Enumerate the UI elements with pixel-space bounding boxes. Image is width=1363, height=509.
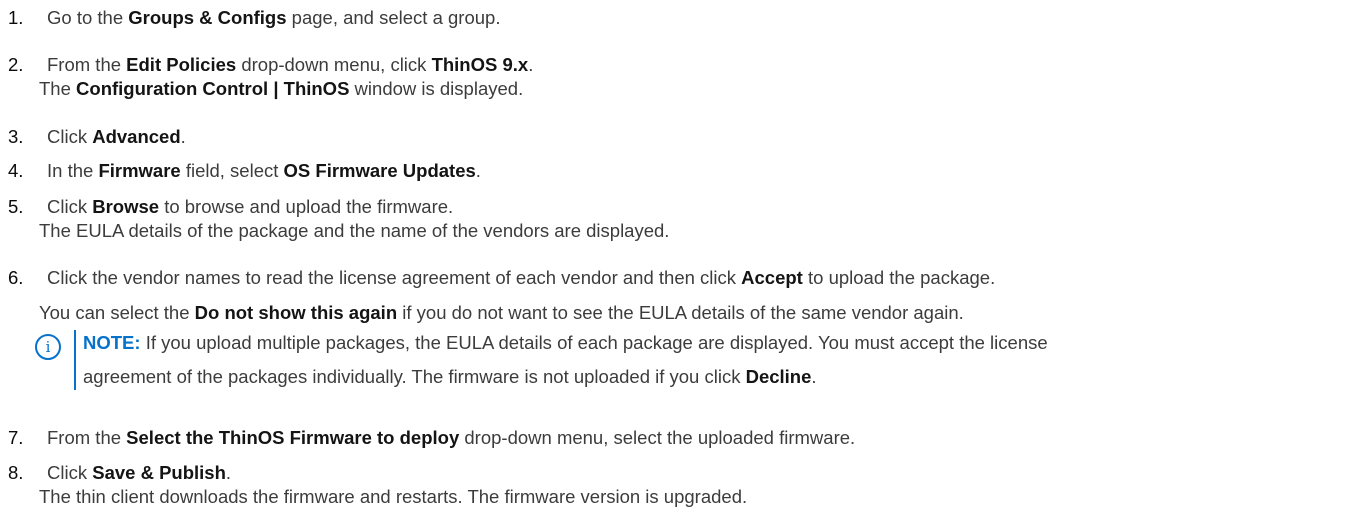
note-bar	[74, 330, 76, 390]
step-text: Click Advanced.	[47, 126, 186, 147]
step-text: Click Save & Publish.	[47, 462, 232, 483]
step-text: From the Edit Policies drop-down menu, c…	[47, 54, 534, 75]
step-text: In the Firmware field, select OS Firmwar…	[47, 160, 481, 181]
step-text: Click the vendor names to read the licen…	[47, 267, 996, 288]
step-2-result: The Configuration Control | ThinOS windo…	[39, 78, 524, 99]
step-number: 2.	[8, 54, 24, 75]
step-text: Go to the Groups & Configs page, and sel…	[47, 7, 501, 28]
note-line-2: agreement of the packages individually. …	[83, 366, 817, 387]
note-line-1: NOTE: If you upload multiple packages, t…	[83, 332, 1048, 353]
step-6-detail: You can select the Do not show this agai…	[39, 302, 964, 323]
procedure: 1. Go to the Groups & Configs page, and …	[0, 0, 1363, 507]
step-number: 1.	[8, 7, 24, 28]
step-8-result: The thin client downloads the firmware a…	[39, 486, 748, 507]
info-icon: i	[35, 334, 61, 360]
step-number: 8.	[8, 462, 24, 483]
step-5-result: The EULA details of the package and the …	[39, 220, 670, 241]
step-number: 7.	[8, 427, 24, 448]
step-number: 5.	[8, 196, 24, 217]
step-number: 4.	[8, 160, 24, 181]
step-text: Click Browse to browse and upload the fi…	[47, 196, 454, 217]
step-text: From the Select the ThinOS Firmware to d…	[47, 427, 856, 448]
step-number: 6.	[8, 267, 24, 288]
step-number: 3.	[8, 126, 24, 147]
